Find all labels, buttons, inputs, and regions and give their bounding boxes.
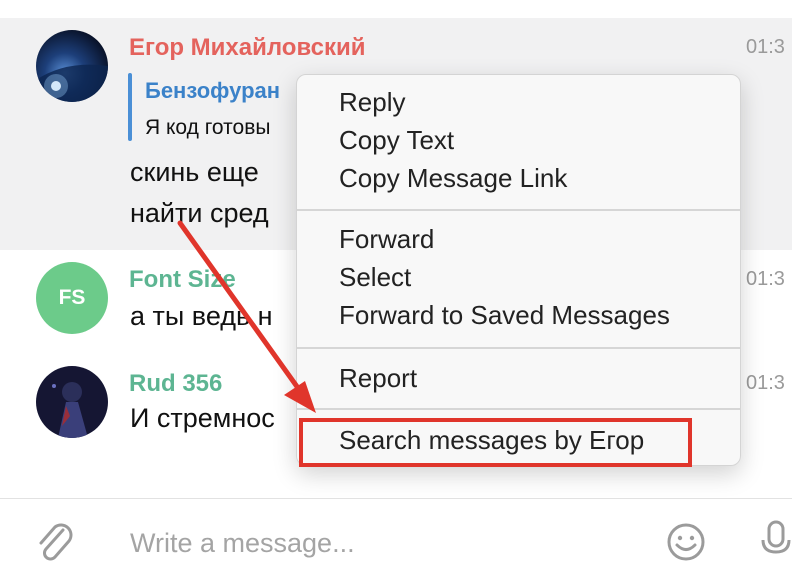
message-time: 01:3 bbox=[746, 36, 785, 58]
annotation-highlight-box bbox=[299, 418, 692, 467]
message-time: 01:3 bbox=[746, 268, 785, 290]
menu-item-select[interactable]: Select bbox=[339, 261, 411, 293]
message-text-line: И стремнос bbox=[130, 403, 275, 433]
context-menu: Reply Copy Text Copy Message Link Forwar… bbox=[296, 74, 741, 466]
reply-quote-sender[interactable]: Бензофуран bbox=[145, 78, 280, 104]
menu-separator bbox=[297, 209, 740, 211]
menu-separator bbox=[297, 347, 740, 349]
menu-item-forward-to-saved[interactable]: Forward to Saved Messages bbox=[339, 299, 670, 331]
avatar-font-size[interactable]: FS bbox=[36, 262, 108, 334]
menu-item-copy-text[interactable]: Copy Text bbox=[339, 124, 454, 156]
menu-item-report[interactable]: Report bbox=[339, 362, 417, 394]
avatar-egor[interactable] bbox=[36, 30, 108, 102]
composer-divider bbox=[0, 498, 792, 499]
menu-item-copy-message-link[interactable]: Copy Message Link bbox=[339, 162, 567, 194]
reply-quote-text[interactable]: Я код готовы bbox=[145, 116, 270, 140]
message-text-line: скинь еще bbox=[130, 157, 259, 187]
sender-name[interactable]: Font Size bbox=[129, 266, 236, 294]
avatar-rud[interactable] bbox=[36, 366, 108, 438]
menu-item-reply[interactable]: Reply bbox=[339, 86, 405, 118]
menu-separator bbox=[297, 408, 740, 410]
message-time: 01:3 bbox=[746, 372, 785, 394]
menu-item-forward[interactable]: Forward bbox=[339, 223, 434, 255]
message-text-line: а ты ведь н bbox=[130, 301, 273, 331]
sender-name[interactable]: Rud 356 bbox=[129, 370, 222, 398]
message-input[interactable]: Write a message... bbox=[130, 528, 355, 559]
paperclip-icon[interactable] bbox=[32, 520, 78, 571]
sender-name[interactable]: Егор Михайловский bbox=[129, 34, 365, 62]
reply-quote-bar bbox=[128, 73, 132, 141]
avatar-initials: FS bbox=[58, 286, 86, 309]
microphone-icon[interactable] bbox=[760, 520, 792, 565]
emoji-icon[interactable] bbox=[666, 522, 706, 567]
message-text-line: найти сред bbox=[130, 198, 269, 228]
